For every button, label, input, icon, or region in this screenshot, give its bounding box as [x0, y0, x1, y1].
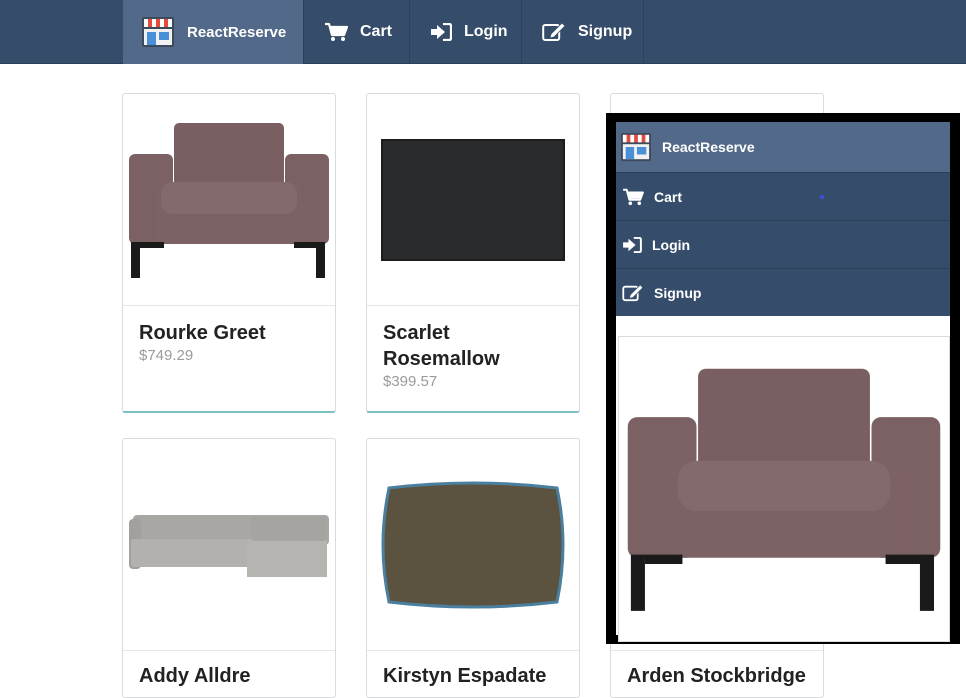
store-logo-icon — [620, 132, 652, 162]
cart-icon — [324, 22, 348, 42]
store-logo-icon — [141, 16, 175, 48]
mobile-nav-item-login[interactable]: Login — [616, 220, 950, 268]
mobile-cart-label: Cart — [654, 188, 683, 205]
nav-cart-label: Cart — [360, 23, 393, 40]
mobile-preview-frame: ReactReserve Cart Login Signup — [606, 113, 960, 644]
armchair-image — [627, 368, 941, 611]
pillow-image — [367, 439, 579, 651]
product-card[interactable]: Kirstyn Espadate — [366, 438, 580, 698]
cart-icon — [622, 188, 644, 206]
product-name: Addy Alldre — [139, 665, 251, 687]
product-price: $749.29 — [139, 347, 194, 364]
login-icon — [622, 236, 642, 253]
rug-image — [367, 94, 579, 306]
mobile-product-card[interactable] — [618, 336, 950, 642]
product-card[interactable]: Rourke Greet $749.29 — [122, 93, 336, 413]
nav-item-login[interactable]: Login — [410, 0, 522, 64]
mobile-nav-item-signup[interactable]: Signup — [616, 268, 950, 316]
nav-item-cart[interactable]: Cart — [304, 0, 410, 64]
top-navbar: ReactReserve Cart Login Signup — [0, 0, 966, 64]
mobile-nav-brand-link[interactable]: ReactReserve — [616, 122, 950, 172]
signup-icon — [542, 22, 566, 42]
product-name: Scarlet Rosemallow — [383, 322, 500, 370]
nav-signup-label: Signup — [578, 23, 633, 40]
mobile-nav-item-cart[interactable]: Cart — [616, 172, 950, 220]
cursor-dot — [820, 195, 824, 199]
product-name: Arden Stockbridge — [627, 665, 806, 687]
mobile-preview-screen: ReactReserve Cart Login Signup — [616, 122, 950, 642]
signup-icon — [622, 283, 644, 302]
product-name: Kirstyn Espadate — [383, 665, 547, 687]
product-card[interactable]: Addy Alldre — [122, 438, 336, 698]
product-name: Rourke Greet — [139, 322, 266, 344]
nav-brand-link[interactable]: ReactReserve — [123, 0, 304, 64]
sectional-sofa-image — [123, 439, 335, 651]
brand-label: ReactReserve — [187, 23, 287, 41]
mobile-login-label: Login — [652, 236, 691, 253]
armchair-image — [123, 94, 335, 306]
product-card[interactable]: Scarlet Rosemallow $399.57 — [366, 93, 580, 413]
nav-menu: ReactReserve Cart Login Signup — [123, 0, 644, 64]
nav-item-signup[interactable]: Signup — [522, 0, 644, 64]
product-price: $399.57 — [383, 373, 438, 390]
login-icon — [430, 23, 452, 41]
mobile-signup-label: Signup — [654, 284, 702, 301]
nav-login-label: Login — [464, 23, 508, 40]
mobile-brand-label: ReactReserve — [662, 139, 755, 155]
